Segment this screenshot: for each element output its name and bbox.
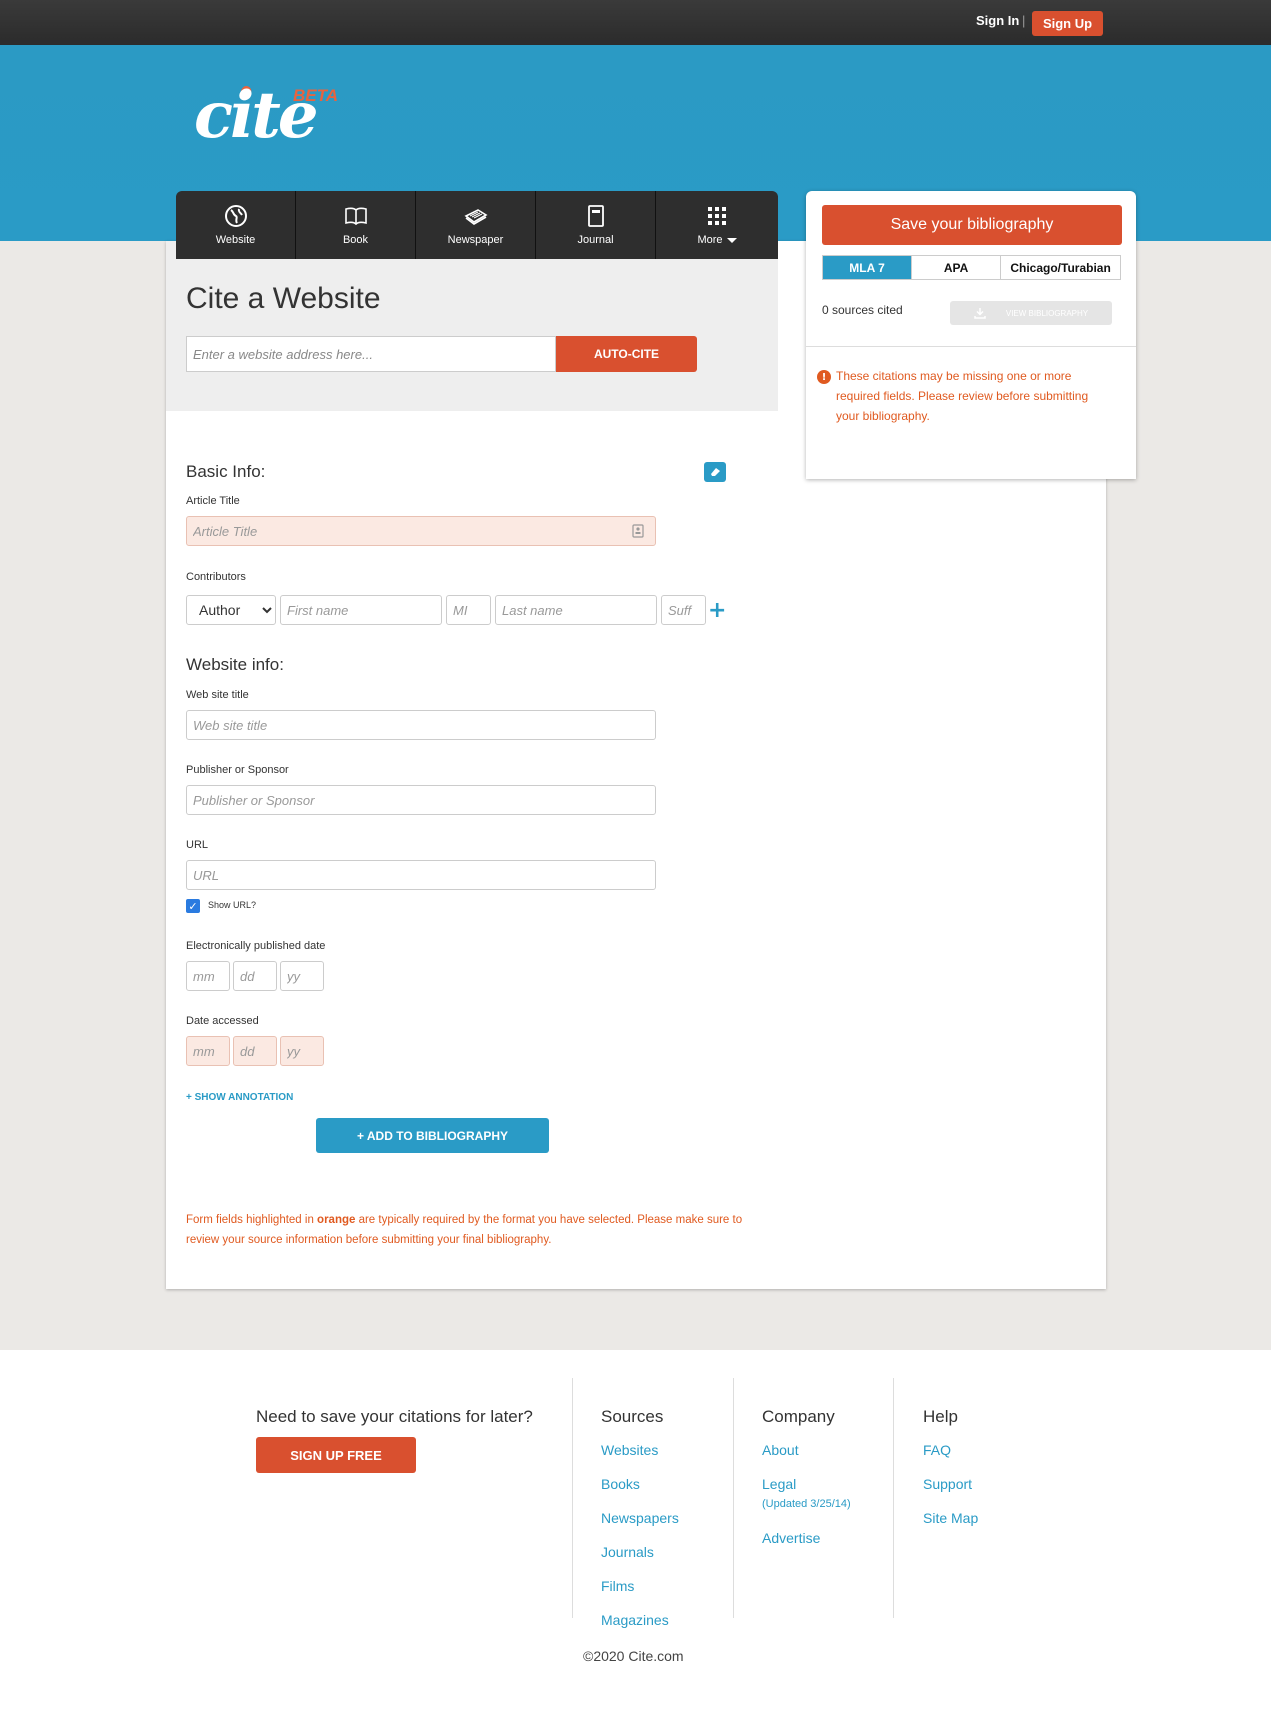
date-accessed-label: Date accessed — [186, 1015, 259, 1027]
add-contributor-plus-icon[interactable]: + — [708, 600, 726, 622]
grid-icon — [708, 207, 726, 225]
citation-style-switcher: MLA 7 APA Chicago/Turabian — [822, 255, 1121, 280]
footer-link-support[interactable]: Support — [923, 1476, 972, 1492]
footer-link-about[interactable]: About — [762, 1442, 799, 1458]
url-label: URL — [186, 839, 209, 851]
download-icon — [974, 308, 986, 319]
globe-icon — [224, 205, 247, 227]
footer-link-newspapers[interactable]: Newspapers — [601, 1510, 679, 1526]
tab-website[interactable]: Website — [176, 191, 296, 259]
footer-divider — [572, 1378, 573, 1618]
tab-journal[interactable]: Journal — [536, 191, 656, 259]
last-name-input[interactable] — [495, 595, 657, 625]
publisher-label: Publisher or Sponsor — [186, 764, 289, 776]
epub-month-input[interactable] — [186, 961, 230, 991]
style-mla[interactable]: MLA 7 — [823, 256, 913, 279]
save-bibliography-button[interactable]: Save your bibliography — [822, 205, 1122, 245]
warning-icon: ! — [817, 370, 831, 384]
epub-day-input[interactable] — [233, 961, 277, 991]
first-name-input[interactable] — [280, 595, 442, 625]
footer-company-heading: Company — [762, 1407, 835, 1426]
source-type-nav: Website Book Newspaper Journal More — [176, 191, 778, 259]
accessed-month-input[interactable] — [186, 1036, 230, 1066]
website-address-input[interactable] — [186, 336, 556, 372]
style-chicago[interactable]: Chicago/Turabian — [1001, 256, 1120, 279]
caret-down-icon — [726, 237, 737, 243]
epub-year-input[interactable] — [280, 961, 324, 991]
footer-sources-heading: Sources — [601, 1407, 664, 1426]
footer-legal-updated: (Updated 3/25/14) — [762, 1498, 851, 1510]
note-pre: Form fields highlighted in — [186, 1214, 318, 1226]
view-bibliography-button[interactable]: VIEW BIBLIOGRAPHY — [950, 301, 1112, 325]
tab-book[interactable]: Book — [296, 191, 416, 259]
footer-help-heading: Help — [923, 1407, 958, 1426]
contributors-label: Contributors — [186, 571, 246, 583]
footer-divider — [893, 1378, 894, 1618]
sign-up-button[interactable]: Sign Up — [1032, 11, 1103, 36]
sign-in-link[interactable]: Sign In — [976, 13, 1019, 28]
page-title: Cite a Website — [186, 282, 381, 315]
tab-journal-label: Journal — [577, 234, 614, 246]
add-to-bibliography-button[interactable]: + ADD TO BIBLIOGRAPHY — [316, 1118, 549, 1153]
footer-sign-up-button[interactable]: SIGN UP FREE — [256, 1437, 416, 1473]
footer-link-site-map[interactable]: Site Map — [923, 1510, 978, 1526]
footer-link-advertise[interactable]: Advertise — [762, 1530, 820, 1546]
article-title-input[interactable] — [186, 516, 656, 546]
site-title-label: Web site title — [186, 689, 249, 701]
website-info-heading: Website info: — [186, 655, 284, 674]
tab-website-label: Website — [215, 234, 256, 246]
beta-badge: BETA — [293, 86, 339, 105]
footer-link-books[interactable]: Books — [601, 1476, 640, 1492]
contact-card-icon — [632, 524, 644, 538]
footer-link-websites[interactable]: Websites — [601, 1442, 658, 1458]
sidebar-divider — [806, 346, 1136, 347]
copyright: ©2020 Cite.com — [583, 1648, 684, 1664]
newspaper-icon — [463, 209, 488, 225]
clear-form-button[interactable] — [704, 462, 726, 482]
checkmark-icon: ✓ — [188, 899, 198, 913]
show-url-checkbox[interactable]: ✓ — [186, 899, 200, 913]
accessed-year-input[interactable] — [280, 1036, 324, 1066]
style-apa[interactable]: APA — [912, 256, 1002, 279]
eraser-icon — [711, 468, 720, 476]
footer-save-prompt: Need to save your citations for later? — [256, 1407, 533, 1426]
tab-more[interactable]: More — [656, 191, 778, 259]
separator: | — [1022, 13, 1026, 28]
footer-link-faq[interactable]: FAQ — [923, 1442, 951, 1458]
book-icon — [344, 207, 367, 226]
site-title-input[interactable] — [186, 710, 656, 740]
footer-divider — [733, 1378, 734, 1618]
url-input[interactable] — [186, 860, 656, 890]
note-bold: orange — [317, 1214, 356, 1226]
view-bibliography-label: VIEW BIBLIOGRAPHY — [1005, 308, 1089, 318]
auto-cite-button[interactable]: AUTO-CITE — [556, 336, 697, 372]
missing-fields-warning: These citations may be missing one or mo… — [836, 369, 1089, 423]
sources-count: 0 sources cited — [822, 303, 903, 317]
footer-link-films[interactable]: Films — [601, 1578, 634, 1594]
footer-link-magazines[interactable]: Magazines — [601, 1612, 669, 1628]
journal-icon — [587, 205, 604, 227]
required-fields-note: Form fields highlighted in orange are ty… — [186, 1210, 766, 1250]
more-text: More — [697, 234, 723, 246]
tab-book-label: Book — [342, 234, 369, 246]
contributor-role-select[interactable]: Author — [186, 595, 276, 625]
article-title-label: Article Title — [186, 495, 240, 507]
publisher-input[interactable] — [186, 785, 656, 815]
tab-more-label: More — [697, 234, 737, 246]
basic-info-heading: Basic Info: — [186, 462, 266, 481]
footer-link-legal[interactable]: Legal — [762, 1476, 796, 1492]
epub-date-label: Electronically published date — [186, 940, 326, 952]
footer-link-journals[interactable]: Journals — [601, 1544, 654, 1560]
suffix-input[interactable] — [661, 595, 706, 625]
show-url-label: Show URL? — [208, 900, 257, 910]
accessed-day-input[interactable] — [233, 1036, 277, 1066]
tab-newspaper-label: Newspaper — [447, 234, 504, 246]
show-annotation-link[interactable]: + SHOW ANNOTATION — [186, 1092, 293, 1103]
middle-initial-input[interactable] — [446, 595, 491, 625]
tab-newspaper[interactable]: Newspaper — [416, 191, 536, 259]
